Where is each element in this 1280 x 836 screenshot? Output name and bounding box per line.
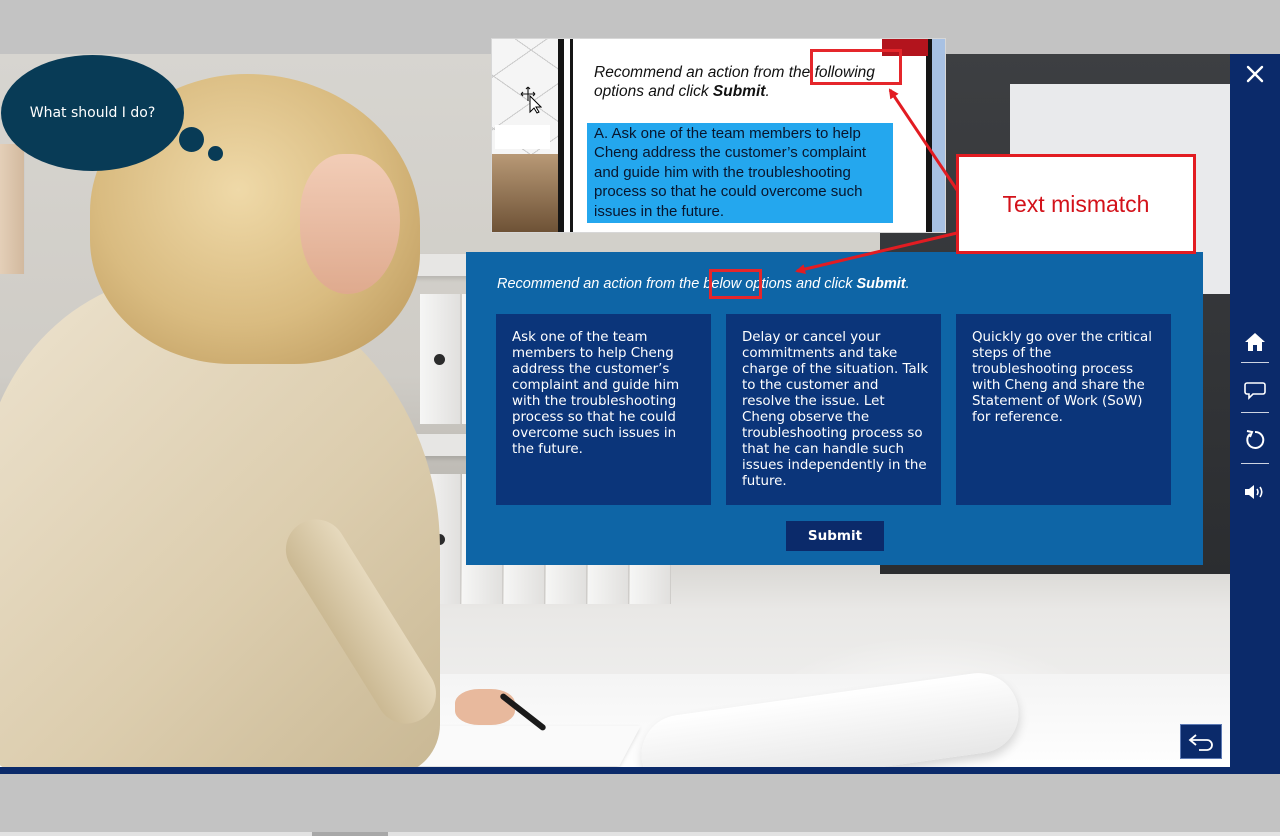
quiz-panel: Recommend an action from the below optio…	[466, 252, 1203, 565]
background-binder	[420, 294, 461, 424]
reference-option-a: A. Ask one of the team members to help C…	[587, 123, 893, 223]
thought-bubble-text: What should I do?	[29, 105, 156, 121]
reference-edge	[932, 39, 945, 232]
volume-icon	[1245, 485, 1263, 499]
reference-room	[492, 154, 562, 232]
option-card-1[interactable]: Ask one of the team members to help Chen…	[496, 314, 711, 505]
callout-text: Text mismatch	[1002, 190, 1150, 217]
sidebar-separator	[1241, 362, 1269, 363]
bottom-scroll-track	[0, 832, 1280, 836]
home-icon	[1245, 333, 1265, 351]
text-mismatch-callout: Text mismatch	[956, 154, 1196, 254]
volume-button[interactable]	[1240, 477, 1270, 507]
submit-button[interactable]: Submit	[786, 521, 884, 551]
highlight-box-following	[810, 49, 902, 85]
back-arrow-icon	[1188, 733, 1213, 751]
bottom-scroll-thumb[interactable]	[312, 832, 388, 836]
sidebar-separator	[1241, 412, 1269, 413]
restart-icon	[1246, 430, 1265, 449]
quiz-prompt: Recommend an action from the below optio…	[497, 276, 910, 292]
move-cursor-icon	[520, 86, 542, 114]
bottom-strip	[0, 767, 1280, 774]
reference-room-window	[495, 125, 550, 149]
option-card-2[interactable]: Delay or cancel your commitments and tak…	[726, 314, 941, 505]
thought-bubble: What should I do?	[1, 55, 184, 171]
background-binder-tan	[0, 144, 25, 274]
sidebar	[1230, 54, 1280, 767]
close-button[interactable]	[1240, 59, 1270, 89]
home-button[interactable]	[1240, 327, 1270, 357]
chat-button[interactable]	[1240, 376, 1270, 406]
option-card-3[interactable]: Quickly go over the critical steps of th…	[956, 314, 1171, 505]
close-icon	[1246, 65, 1264, 83]
sidebar-separator	[1241, 463, 1269, 464]
chat-icon	[1244, 382, 1266, 400]
thought-bubble-dot	[208, 146, 223, 161]
restart-button[interactable]	[1240, 425, 1270, 455]
highlight-box-below	[709, 269, 762, 299]
back-button[interactable]	[1180, 724, 1222, 759]
thought-bubble-dot	[179, 127, 204, 152]
